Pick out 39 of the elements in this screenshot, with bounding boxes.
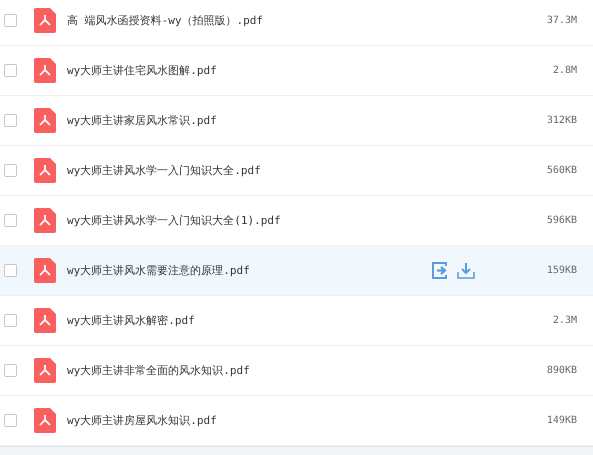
file-name[interactable]: wy大师主讲风水解密.pdf [67,313,475,328]
checkbox[interactable] [4,264,17,277]
file-name[interactable]: wy大师主讲风水学一入门知识大全(1).pdf [67,213,475,228]
file-size: 159KB [546,265,577,276]
file-size: 149KB [546,415,577,426]
checkbox[interactable] [4,364,17,377]
pdf-file-icon [34,258,56,283]
checkbox[interactable] [4,64,17,77]
move-icon[interactable] [432,262,449,279]
pdf-file-icon [34,308,56,333]
file-row[interactable]: wy大师主讲风水需要注意的原理.pdf 159KB [0,246,593,296]
pdf-file-icon [34,408,56,433]
pdf-file-icon [34,58,56,83]
file-size: 596KB [546,215,577,226]
pdf-file-icon [34,358,56,383]
checkbox[interactable] [4,314,17,327]
file-name[interactable]: wy大师主讲家居风水常识.pdf [67,113,475,128]
file-size: 312KB [546,115,577,126]
file-name[interactable]: wy大师主讲非常全面的风水知识.pdf [67,363,475,378]
file-name[interactable]: 高 端风水函授资料-wy（拍照版）.pdf [67,13,475,28]
checkbox[interactable] [4,164,17,177]
file-name[interactable]: wy大师主讲风水学一入门知识大全.pdf [67,163,475,178]
file-size: 560KB [546,165,577,176]
file-size: 37.3M [546,15,577,26]
file-size: 890KB [546,365,577,376]
pdf-file-icon [34,208,56,233]
download-icon[interactable] [457,262,475,279]
file-name[interactable]: wy大师主讲风水需要注意的原理.pdf [67,263,432,278]
pdf-file-icon [34,108,56,133]
checkbox[interactable] [4,414,17,427]
file-size: 2.8M [552,65,577,76]
checkbox[interactable] [4,214,17,227]
pdf-file-icon [34,8,56,33]
checkbox[interactable] [4,14,17,27]
pdf-file-icon [34,158,56,183]
file-name[interactable]: wy大师主讲住宅风水图解.pdf [67,63,475,78]
checkbox[interactable] [4,114,17,127]
file-size: 2.3M [552,315,577,326]
file-name[interactable]: wy大师主讲房屋风水知识.pdf [67,413,475,428]
